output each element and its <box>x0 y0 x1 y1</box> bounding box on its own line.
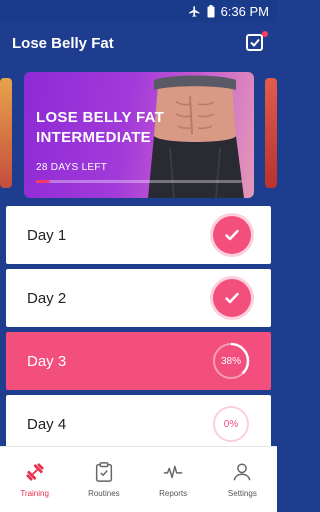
completed-check-icon <box>213 216 251 254</box>
nav-routines[interactable]: Routines <box>69 461 138 498</box>
status-bar: 6:36 PM <box>0 0 277 22</box>
day-label: Day 3 <box>27 352 67 370</box>
clipboard-icon <box>95 462 112 482</box>
nav-training[interactable]: Training <box>0 461 69 498</box>
plan-progress-bar <box>36 180 242 183</box>
nav-settings[interactable]: Settings <box>208 461 277 498</box>
day-progress-ring: 0% <box>211 404 251 444</box>
app-bar: Lose Belly Fat <box>0 22 277 64</box>
day-card-4[interactable]: Day 4 0% <box>6 395 271 453</box>
plan-banner[interactable]: LOSE BELLY FAT INTERMEDIATE 28 DAYS LEFT <box>24 72 254 198</box>
banner-title: LOSE BELLY FAT INTERMEDIATE <box>36 109 165 146</box>
previous-plan-card[interactable] <box>0 78 12 188</box>
day-progress-text: 38% <box>220 355 241 367</box>
day-card-3[interactable]: Day 3 38% <box>6 332 271 390</box>
day-label: Day 2 <box>27 289 67 307</box>
person-icon <box>233 463 251 481</box>
completed-check-icon <box>213 279 251 317</box>
nav-label: Settings <box>227 489 257 498</box>
plan-carousel[interactable]: LOSE BELLY FAT INTERMEDIATE 28 DAYS LEFT <box>0 70 277 198</box>
bottom-navigation: Training Routines Reports Settings <box>0 446 277 512</box>
day-card-2[interactable]: Day 2 <box>6 269 271 327</box>
notification-dot <box>262 31 268 37</box>
dumbbell-icon <box>25 463 44 481</box>
day-progress-ring: 38% <box>211 341 251 381</box>
airplane-icon <box>188 5 201 18</box>
day-progress-text: 0% <box>223 418 239 430</box>
day-label: Day 4 <box>27 415 67 433</box>
app-title: Lose Belly Fat <box>12 34 114 52</box>
next-plan-card[interactable] <box>265 78 277 188</box>
nav-label: Reports <box>159 489 188 498</box>
nav-label: Training <box>20 489 49 498</box>
day-list: Day 1 Day 2 Day 3 38% Day 4 0% <box>6 206 271 458</box>
nav-reports[interactable]: Reports <box>139 461 208 498</box>
day-label: Day 1 <box>27 226 67 244</box>
days-left-label: 28 DAYS LEFT <box>36 162 108 173</box>
nav-label: Routines <box>88 489 120 498</box>
status-time: 6:36 PM <box>220 3 269 19</box>
pulse-icon <box>163 465 183 479</box>
plan-progress-fill <box>36 180 51 183</box>
checklist-button[interactable] <box>245 31 268 54</box>
battery-icon <box>207 4 215 18</box>
day-card-1[interactable]: Day 1 <box>6 206 271 264</box>
